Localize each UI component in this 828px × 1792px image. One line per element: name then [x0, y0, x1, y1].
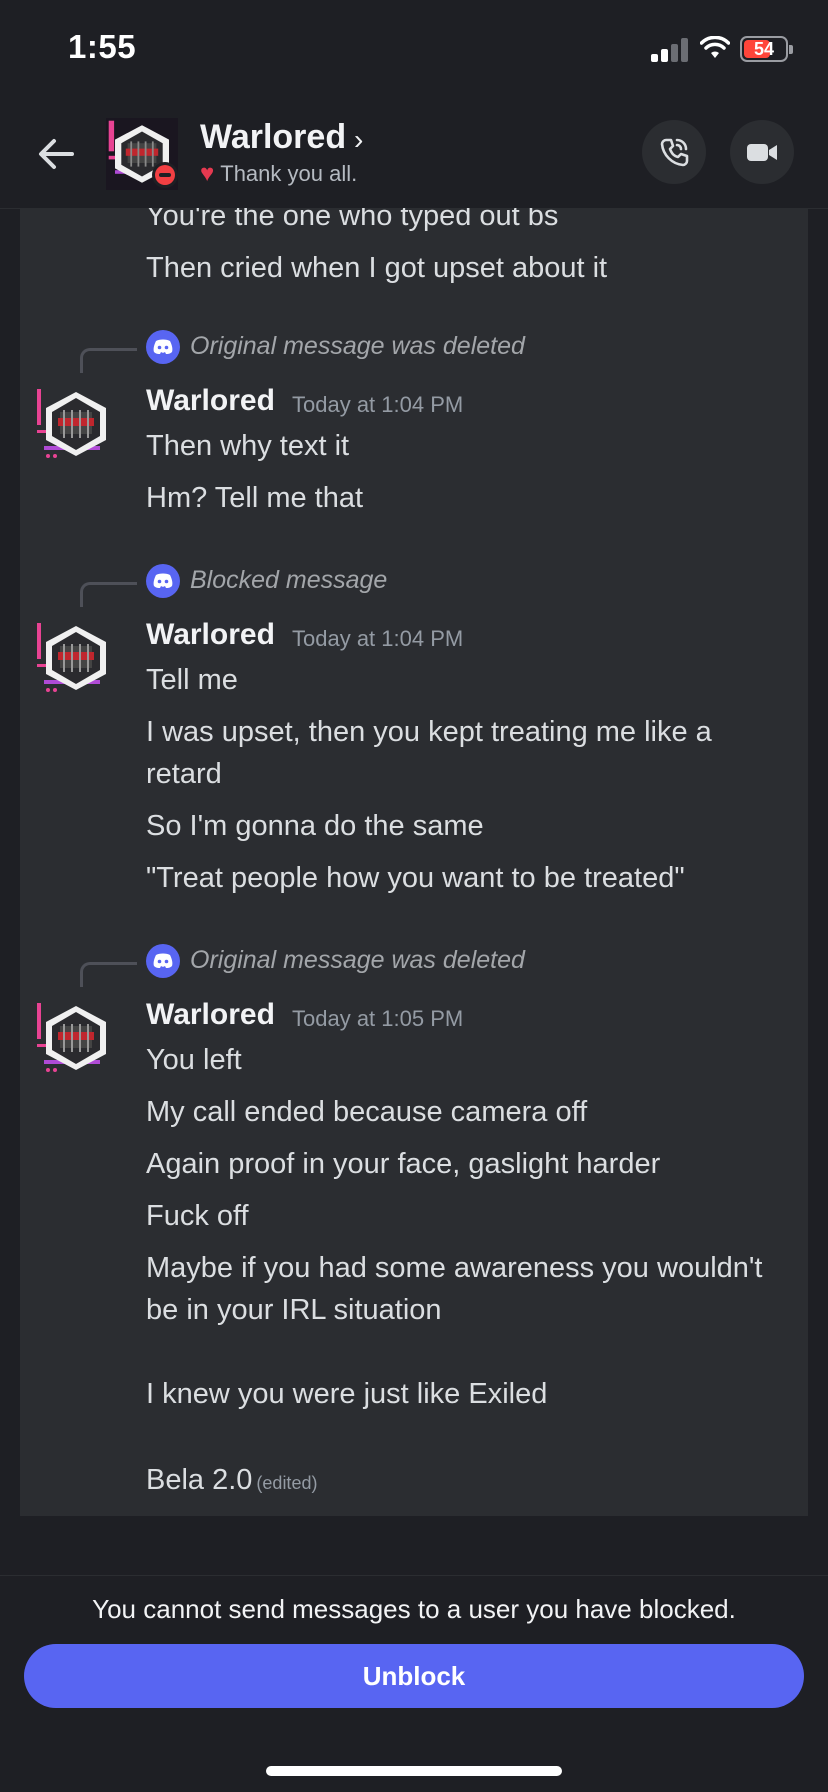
- wifi-icon: [700, 36, 730, 58]
- message-line: I knew you were just like Exiled: [146, 1378, 548, 1410]
- reply-spine: [80, 348, 137, 373]
- custom-status-text: Thank you all.: [220, 161, 358, 186]
- phone-call-icon: [660, 138, 689, 167]
- message-line: Hm? Tell me that: [146, 482, 364, 514]
- author-name[interactable]: Warlored: [146, 384, 275, 418]
- battery-icon: 54: [740, 36, 793, 62]
- video-camera-icon: [747, 144, 777, 161]
- message-line: You left: [146, 1044, 242, 1076]
- message-line: be in your IRL situation: [146, 1294, 442, 1326]
- message-timestamp: Today at 1:04 PM: [292, 392, 464, 417]
- author-avatar[interactable]: [34, 384, 114, 464]
- back-arrow-icon[interactable]: [34, 132, 78, 176]
- status-time: 1:55: [68, 28, 137, 65]
- discord-logo-icon: [146, 944, 180, 978]
- reply-spine: [80, 582, 137, 607]
- reply-text: Blocked message: [190, 566, 388, 594]
- chat-messages[interactable]: You're the one who typed out bs Then cri…: [20, 208, 808, 1516]
- message-line: "Treat people how you want to be treated…: [146, 862, 685, 894]
- reply-spine: [80, 962, 137, 987]
- message-line: So I'm gonna do the same: [146, 810, 484, 842]
- reply-text: Original message was deleted: [190, 332, 525, 360]
- header-username[interactable]: Warlored: [200, 118, 346, 157]
- message-timestamp: Today at 1:05 PM: [292, 1006, 464, 1031]
- message-line: My call ended because camera off: [146, 1096, 588, 1128]
- discord-logo-icon: [146, 564, 180, 598]
- author-avatar[interactable]: [34, 618, 114, 698]
- author-name[interactable]: Warlored: [146, 618, 275, 652]
- author-name[interactable]: Warlored: [146, 998, 275, 1032]
- message-line: You're the one who typed out bs: [146, 208, 559, 232]
- blocked-notice: You cannot send messages to a user you h…: [92, 1594, 736, 1624]
- dm-header: Warlored › ♥ Thank you all.: [0, 100, 828, 209]
- message-text: Bela 2.0: [146, 1464, 253, 1496]
- message-timestamp: Today at 1:04 PM: [292, 626, 464, 651]
- chevron-right-icon[interactable]: ›: [354, 124, 363, 156]
- status-bar: 1:55 54: [0, 0, 828, 100]
- heart-icon: ♥: [200, 160, 215, 187]
- message-line: I was upset, then you kept treating me l…: [146, 716, 712, 748]
- custom-status: ♥ Thank you all.: [200, 160, 357, 188]
- battery-level: 54: [753, 39, 775, 59]
- voice-call-button[interactable]: [642, 120, 706, 184]
- home-indicator[interactable]: [266, 1766, 562, 1776]
- unblock-button[interactable]: Unblock: [24, 1644, 804, 1708]
- message-line: Again proof in your face, gaslight harde…: [146, 1148, 661, 1180]
- message-line: Tell me: [146, 664, 238, 696]
- message-line: Maybe if you had some awareness you woul…: [146, 1252, 763, 1284]
- footer-divider: [0, 1575, 828, 1576]
- author-avatar[interactable]: [34, 998, 114, 1078]
- do-not-disturb-icon: [152, 162, 178, 188]
- message-line: Fuck off: [146, 1200, 249, 1232]
- discord-logo-icon: [146, 330, 180, 364]
- message-line-edited: Bela 2.0 (edited): [146, 1464, 317, 1497]
- video-call-button[interactable]: [730, 120, 794, 184]
- edited-label: (edited): [256, 1473, 318, 1493]
- message-line: retard: [146, 758, 222, 790]
- reply-text: Original message was deleted: [190, 946, 525, 974]
- message-line: Then why text it: [146, 430, 350, 462]
- cellular-signal-icon: [651, 38, 691, 62]
- message-line: Then cried when I got upset about it: [146, 252, 608, 284]
